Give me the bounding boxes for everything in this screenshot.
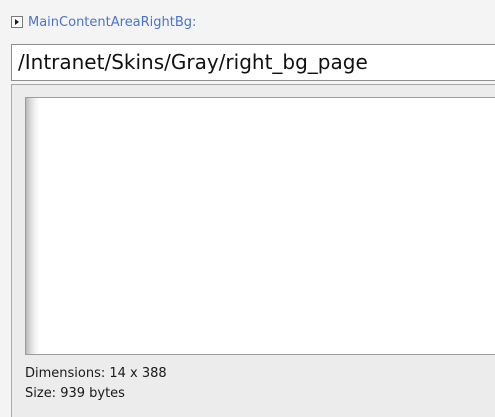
image-dimensions-text: Dimensions: 14 x 388: [25, 366, 167, 381]
property-header: MainContentAreaRightBg:: [11, 12, 196, 32]
image-preview-panel: Dimensions: 14 x 388 Size: 939 bytes: [11, 84, 495, 417]
image-size-text: Size: 939 bytes: [25, 386, 125, 401]
property-name-label: MainContentAreaRightBg:: [28, 14, 197, 30]
image-preview: [25, 97, 495, 355]
image-path-field[interactable]: /Intranet/Skins/Gray/right_bg_page: [11, 44, 495, 81]
expand-arrow-icon[interactable]: [11, 16, 23, 28]
